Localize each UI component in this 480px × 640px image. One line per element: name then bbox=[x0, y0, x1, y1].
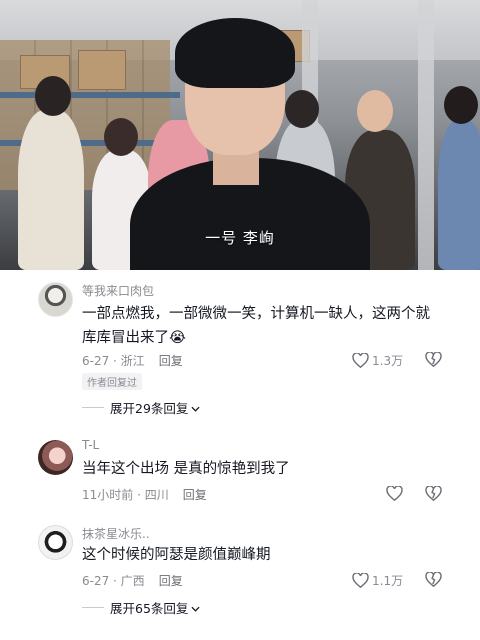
comment-text: 一部点燃我，一部微微一笑，计算机一缺人，这两个就库库冒出来了😭 bbox=[82, 306, 430, 346]
like-button[interactable] bbox=[386, 486, 406, 501]
video-subtitle: 一号 李峋 bbox=[205, 229, 275, 247]
expand-divider-line bbox=[82, 407, 104, 408]
comment-username[interactable]: 等我来口肉包 bbox=[82, 282, 154, 299]
like-count: 1.3万 bbox=[372, 354, 404, 368]
chevron-down-icon bbox=[191, 600, 200, 615]
heart-outline-icon bbox=[352, 353, 369, 368]
reply-button[interactable]: 回复 bbox=[159, 354, 183, 368]
expand-replies-label: 展开29条回复 bbox=[110, 401, 189, 416]
reply-button[interactable]: 回复 bbox=[159, 574, 183, 588]
reply-button[interactable]: 回复 bbox=[183, 488, 207, 502]
expand-replies-label: 展开65条回复 bbox=[110, 601, 189, 616]
comment-date-location: 11小时前 · 四川 bbox=[82, 488, 169, 502]
comment-date-location: 6-27 · 浙江 bbox=[82, 354, 145, 368]
expand-replies-button[interactable]: 展开29条回复 bbox=[82, 398, 200, 417]
avatar[interactable] bbox=[38, 525, 73, 560]
like-button[interactable]: 1.1万 bbox=[352, 572, 403, 589]
dislike-button[interactable] bbox=[425, 571, 442, 591]
comment-date-location: 6-27 · 广西 bbox=[82, 574, 145, 588]
comment-meta: 11小时前 · 四川 回复 bbox=[82, 486, 207, 503]
heart-outline-icon bbox=[386, 486, 403, 501]
main-subject-hair bbox=[175, 18, 295, 88]
avatar[interactable] bbox=[38, 440, 73, 475]
comment-username[interactable]: 抹茶星冰乐.. bbox=[82, 525, 150, 542]
chevron-down-icon bbox=[191, 400, 200, 415]
author-replied-badge: 作者回复过 bbox=[82, 373, 142, 390]
like-count: 1.1万 bbox=[372, 574, 404, 588]
broken-heart-icon bbox=[425, 485, 442, 505]
background-person-head bbox=[35, 76, 71, 116]
avatar[interactable] bbox=[38, 282, 73, 317]
expand-divider-line bbox=[82, 607, 104, 608]
comment-text: 当年这个出场 是真的惊艳到我了 bbox=[82, 461, 290, 477]
video-shelf-bar bbox=[0, 92, 180, 98]
video-frame[interactable]: 一号 李峋 bbox=[0, 0, 480, 270]
like-button[interactable]: 1.3万 bbox=[352, 352, 403, 369]
expand-replies-button[interactable]: 展开65条回复 bbox=[82, 598, 200, 617]
comment-username[interactable]: T-L bbox=[82, 438, 99, 452]
comment-meta: 6-27 · 广西 回复 bbox=[82, 572, 183, 589]
broken-heart-icon bbox=[425, 571, 442, 591]
comment-item: T-L 当年这个出场 是真的惊艳到我了 11小时前 · 四川 回复 bbox=[0, 430, 480, 520]
heart-outline-icon bbox=[352, 573, 369, 588]
background-person-head bbox=[444, 86, 478, 124]
dislike-button[interactable] bbox=[425, 485, 442, 505]
comment-text: 这个时候的阿瑟是颜值巅峰期 bbox=[82, 547, 271, 563]
video-box bbox=[78, 50, 126, 90]
broken-heart-icon bbox=[425, 351, 442, 371]
comment-item: 等我来口肉包 一部点燃我，一部微微一笑，计算机一缺人，这两个就库库冒出来了😭 6… bbox=[0, 270, 480, 420]
dislike-button[interactable] bbox=[425, 351, 442, 371]
comment-meta: 6-27 · 浙江 回复 bbox=[82, 352, 183, 369]
background-person-head bbox=[285, 90, 319, 128]
background-person-head bbox=[104, 118, 138, 156]
background-person-head bbox=[357, 90, 393, 132]
comment-item: 抹茶星冰乐.. 这个时候的阿瑟是颜值巅峰期 6-27 · 广西 回复 1.1万 展… bbox=[0, 515, 480, 640]
